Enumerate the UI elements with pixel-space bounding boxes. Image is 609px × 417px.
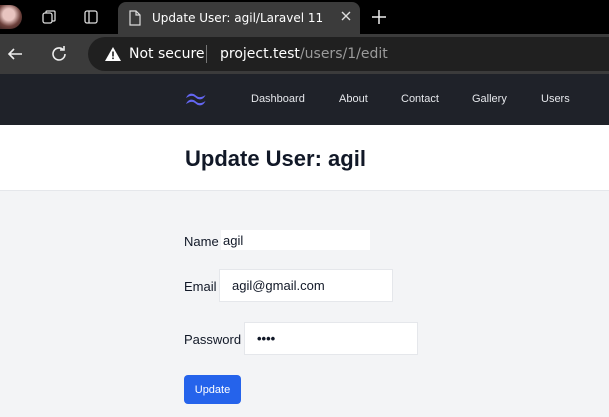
warning-icon[interactable]	[104, 46, 122, 62]
back-arrow-icon[interactable]	[4, 43, 26, 65]
page-header: Update User: agil	[0, 125, 609, 191]
url-field[interactable]: Not secure project.test/users/1/edit	[88, 37, 609, 71]
reload-icon[interactable]	[48, 43, 70, 65]
update-button[interactable]: Update	[184, 375, 241, 404]
active-tab[interactable]: Update User: agil/Laravel 11	[118, 2, 360, 34]
tab-title: Update User: agil/Laravel 11	[152, 11, 324, 25]
url-text[interactable]: project.test/users/1/edit	[220, 46, 388, 62]
password-field[interactable]	[244, 322, 418, 355]
nav-link-contact[interactable]: Contact	[401, 93, 439, 105]
tailwind-logo-icon[interactable]	[185, 91, 207, 107]
name-label: Name	[184, 234, 219, 249]
workspaces-icon[interactable]	[38, 6, 60, 28]
nav-link-gallery[interactable]: Gallery	[472, 93, 507, 105]
url-separator	[206, 45, 207, 63]
nav-link-about[interactable]: About	[339, 93, 368, 105]
name-field[interactable]	[221, 230, 370, 250]
page-title: Update User: agil	[185, 146, 366, 171]
browser-tab-strip: Update User: agil/Laravel 11	[0, 0, 609, 34]
profile-avatar[interactable]	[0, 5, 22, 29]
close-tab-icon[interactable]	[338, 8, 354, 24]
email-field[interactable]	[219, 269, 393, 302]
nav-link-users[interactable]: Users	[541, 93, 570, 105]
app-navbar: Dashboard About Contact Gallery Users	[0, 74, 609, 125]
password-label: Password	[184, 332, 242, 347]
email-label: Email	[184, 279, 217, 294]
security-label[interactable]: Not secure	[129, 46, 205, 62]
tab-actions-icon[interactable]	[80, 6, 102, 28]
page-icon	[129, 10, 141, 26]
url-host: project.test	[220, 46, 300, 62]
url-path: /users/1/edit	[299, 46, 388, 62]
browser-address-bar: Not secure project.test/users/1/edit	[0, 34, 609, 74]
nav-link-dashboard[interactable]: Dashboard	[251, 93, 305, 105]
new-tab-icon[interactable]	[368, 6, 390, 28]
